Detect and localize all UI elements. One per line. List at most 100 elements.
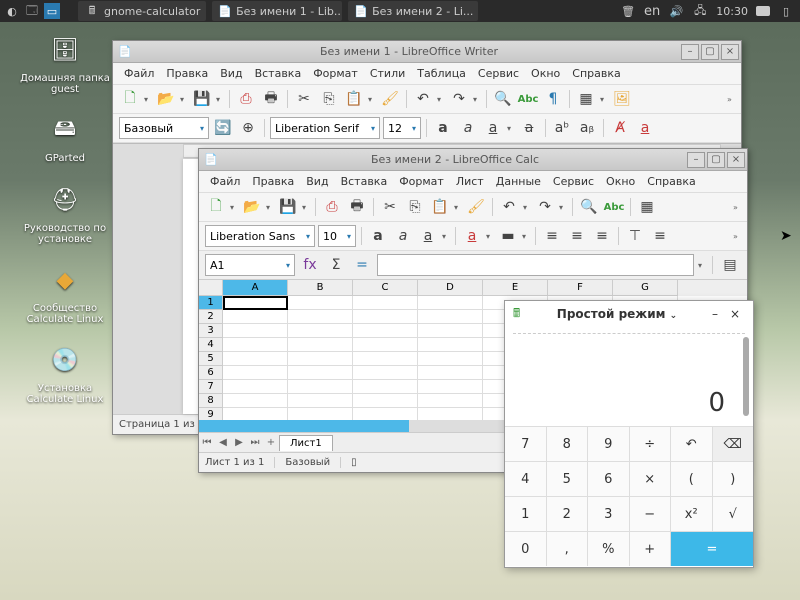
dropdown-icon[interactable]: ▾ (302, 203, 310, 212)
tab-first-icon[interactable]: ⏮ (199, 437, 215, 448)
calculator-display[interactable]: 0 (505, 327, 753, 427)
menu-insert[interactable]: Вставка (336, 173, 393, 190)
dropdown-icon[interactable]: ▾ (180, 95, 188, 104)
desktop-community[interactable]: ◆Сообщество Calculate Linux (20, 260, 110, 325)
pdf-icon[interactable]: ⎙ (321, 196, 343, 218)
col-header[interactable]: E (483, 280, 548, 296)
spellcheck-icon[interactable]: Abc (517, 88, 539, 110)
row-header[interactable]: 3 (199, 324, 223, 338)
cell[interactable] (353, 352, 418, 366)
new-icon[interactable]: 🗋 (119, 88, 141, 110)
menu-icon[interactable]: ◐ (4, 3, 20, 19)
menu-window[interactable]: Окно (601, 173, 640, 190)
desktop-gparted[interactable]: 🖴GParted (20, 110, 110, 164)
minimize-button[interactable]: – (705, 307, 725, 321)
dropdown-icon[interactable]: ▾ (230, 203, 238, 212)
formula-input[interactable] (377, 254, 694, 276)
menu-edit[interactable]: Правка (161, 65, 213, 82)
menu-view[interactable]: Вид (301, 173, 333, 190)
paste-icon[interactable]: 📋 (429, 196, 451, 218)
dropdown-icon[interactable]: ▾ (559, 203, 567, 212)
image-icon[interactable]: 🖼 (611, 88, 633, 110)
cell[interactable] (288, 380, 353, 394)
cell-reference[interactable]: A1▾ (205, 254, 295, 276)
minimize-button[interactable]: – (687, 152, 705, 168)
key-backspace[interactable]: ⌫ (713, 427, 754, 461)
row-header[interactable]: 2 (199, 310, 223, 324)
bold-icon[interactable]: a (432, 117, 454, 139)
underline-icon[interactable]: a (417, 225, 439, 247)
cell[interactable] (353, 324, 418, 338)
key-multiply[interactable]: × (630, 462, 671, 496)
dropdown-icon[interactable]: ▾ (454, 203, 462, 212)
col-header[interactable]: G (613, 280, 678, 296)
dropdown-icon[interactable]: ▾ (368, 95, 376, 104)
dropdown-icon[interactable]: ▾ (266, 203, 274, 212)
dropdown-icon[interactable]: ▾ (437, 95, 445, 104)
formula-expand-icon[interactable]: ▾ (698, 261, 706, 270)
cell[interactable] (288, 352, 353, 366)
cell[interactable] (353, 366, 418, 380)
dropdown-icon[interactable]: ▾ (523, 203, 531, 212)
notifications-icon[interactable]: ▯ (778, 3, 794, 19)
italic-icon[interactable]: a (457, 117, 479, 139)
menu-file[interactable]: Файл (205, 173, 245, 190)
add-sheet-icon[interactable]: + (263, 437, 279, 448)
calculator-titlebar[interactable]: 🖩 Простой режим ⌄ – × (505, 301, 753, 327)
style-combo[interactable]: Базовый▾ (119, 117, 209, 139)
equals-icon[interactable]: = (351, 254, 373, 276)
display-scrollbar[interactable] (743, 337, 749, 416)
align-right-icon[interactable]: ≡ (591, 225, 613, 247)
valign-mid-icon[interactable]: ≡ (649, 225, 671, 247)
undo-icon[interactable]: ↶ (412, 88, 434, 110)
maximize-button[interactable]: ▢ (701, 44, 719, 60)
row-header[interactable]: 6 (199, 366, 223, 380)
cell[interactable] (223, 408, 288, 420)
print-icon[interactable]: 🖶 (260, 88, 282, 110)
row-header[interactable]: 8 (199, 394, 223, 408)
key-5[interactable]: 5 (547, 462, 588, 496)
col-header[interactable]: D (418, 280, 483, 296)
tab-next-icon[interactable]: ▶ (231, 437, 247, 448)
function-wizard-icon[interactable]: fx (299, 254, 321, 276)
cell[interactable] (288, 296, 353, 310)
row-header[interactable]: 4 (199, 338, 223, 352)
key-decimal[interactable]: , (547, 532, 588, 566)
key-divide[interactable]: ÷ (630, 427, 671, 461)
toolbar-overflow-icon[interactable]: » (733, 232, 741, 241)
save-icon[interactable]: 💾 (277, 196, 299, 218)
key-plus[interactable]: + (630, 532, 671, 566)
menu-format[interactable]: Формат (394, 173, 449, 190)
font-color-icon[interactable]: a (461, 225, 483, 247)
task-calc[interactable]: 📄Без имени 2 - Li... (348, 1, 478, 21)
row-header[interactable]: 1 (199, 296, 223, 310)
cell[interactable] (418, 310, 483, 324)
font-combo[interactable]: Liberation Serif▾ (270, 117, 380, 139)
calc-titlebar[interactable]: 📄 Без имени 2 - LibreOffice Calc – ▢ × (199, 149, 747, 171)
dropdown-icon[interactable]: ▾ (144, 95, 152, 104)
battery-icon[interactable] (756, 6, 770, 16)
cell[interactable] (418, 296, 483, 310)
key-square[interactable]: x² (671, 497, 712, 531)
key-undo[interactable]: ↶ (671, 427, 712, 461)
calculator-mode[interactable]: Простой режим ⌄ (529, 307, 705, 321)
volume-icon[interactable]: 🔊 (668, 3, 684, 19)
cell[interactable] (418, 408, 483, 420)
key-1[interactable]: 1 (505, 497, 546, 531)
menu-file[interactable]: Файл (119, 65, 159, 82)
cell[interactable] (223, 352, 288, 366)
cell[interactable] (288, 324, 353, 338)
dropdown-icon[interactable]: ▾ (216, 95, 224, 104)
menu-help[interactable]: Справка (567, 65, 625, 82)
menu-styles[interactable]: Стили (365, 65, 410, 82)
redo-icon[interactable]: ↷ (448, 88, 470, 110)
trash-icon[interactable]: 🗑 (620, 3, 636, 19)
italic-icon[interactable]: a (392, 225, 414, 247)
dropdown-icon[interactable]: ▾ (600, 95, 608, 104)
size-combo[interactable]: 12▾ (383, 117, 421, 139)
cell[interactable] (418, 380, 483, 394)
task-writer[interactable]: 📄Без имени 1 - Lib... (212, 1, 342, 21)
align-center-icon[interactable]: ≡ (566, 225, 588, 247)
valign-top-icon[interactable]: ⊤ (624, 225, 646, 247)
key-equals[interactable]: = (671, 532, 753, 566)
